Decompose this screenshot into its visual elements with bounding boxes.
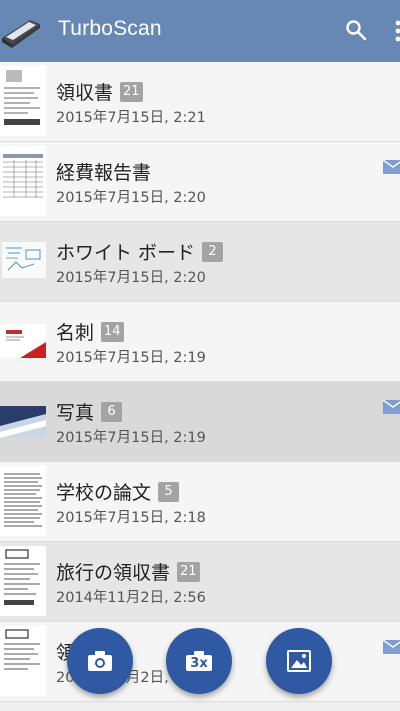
multi-scan-label: 3x bbox=[190, 655, 208, 671]
page-count-badge: 21 bbox=[120, 81, 143, 102]
receipt-thumbnail bbox=[0, 546, 46, 616]
document-date: 2015年7月15日, 2:18 bbox=[56, 510, 206, 526]
document-row[interactable]: 経費報告書 2015年7月15日, 2:20 bbox=[0, 142, 400, 222]
document-date: 2014年11月2日, 2:56 bbox=[56, 590, 206, 606]
document-row[interactable]: 領収書 21 2015年7月15日, 2:21 bbox=[0, 62, 400, 142]
document-row[interactable]: 写真 6 2015年7月15日, 2:19 bbox=[0, 382, 400, 462]
mail-icon bbox=[383, 400, 400, 414]
paper-thumbnail bbox=[0, 466, 46, 536]
page-count-badge: 14 bbox=[101, 321, 124, 342]
document-row[interactable]: 旅行の領収書 21 2014年11月2日, 2:56 bbox=[0, 542, 400, 622]
gallery-button[interactable] bbox=[266, 628, 332, 694]
photo-thumbnail bbox=[0, 386, 46, 456]
document-title: 領収書 bbox=[56, 82, 114, 104]
document-title: 旅行の領収書 bbox=[56, 562, 171, 584]
mail-icon bbox=[383, 160, 400, 174]
whiteboard-thumbnail bbox=[0, 226, 46, 296]
search-icon[interactable] bbox=[344, 18, 368, 42]
receipt-thumbnail bbox=[0, 66, 46, 136]
app-bar: TurboScan bbox=[0, 0, 400, 62]
document-row[interactable]: ホワイト ボード 2 2015年7月15日, 2:20 bbox=[0, 222, 400, 302]
scanner-icon bbox=[2, 20, 40, 48]
camera-icon bbox=[88, 651, 112, 671]
spreadsheet-thumbnail bbox=[0, 146, 46, 216]
page-count-badge: 5 bbox=[158, 481, 180, 502]
document-date: 2015年7月15日, 2:21 bbox=[56, 110, 206, 126]
document-title: 名刺 bbox=[56, 322, 95, 344]
document-row[interactable]: 学校の論文 5 2015年7月15日, 2:18 bbox=[0, 462, 400, 542]
multi-scan-button[interactable]: 3x bbox=[166, 628, 232, 694]
document-date: 2015年7月15日, 2:20 bbox=[56, 190, 206, 206]
more-vert-icon[interactable] bbox=[392, 18, 400, 44]
page-count-badge: 2 bbox=[202, 241, 224, 262]
document-date: 2015年7月15日, 2:19 bbox=[56, 350, 206, 366]
mail-icon bbox=[383, 640, 400, 654]
document-date: 2015年7月15日, 2:19 bbox=[56, 430, 206, 446]
app-title: TurboScan bbox=[58, 17, 162, 40]
image-icon bbox=[287, 650, 311, 672]
page-count-badge: 6 bbox=[101, 401, 123, 422]
document-title: 経費報告書 bbox=[56, 162, 152, 184]
document-date: 2015年7月15日, 2:20 bbox=[56, 270, 206, 286]
receipt-thumbnail bbox=[0, 626, 46, 696]
document-row[interactable]: 名刺 14 2015年7月15日, 2:19 bbox=[0, 302, 400, 382]
business-card-thumbnail bbox=[0, 306, 46, 376]
document-title: 学校の論文 bbox=[56, 482, 152, 504]
camera-button[interactable] bbox=[67, 628, 133, 694]
document-list: 領収書 21 2015年7月15日, 2:21 経費報告書 2015年7月15日… bbox=[0, 62, 400, 702]
page-count-badge: 21 bbox=[177, 561, 200, 582]
document-title: ホワイト ボード bbox=[56, 242, 196, 264]
document-title: 写真 bbox=[56, 402, 95, 424]
